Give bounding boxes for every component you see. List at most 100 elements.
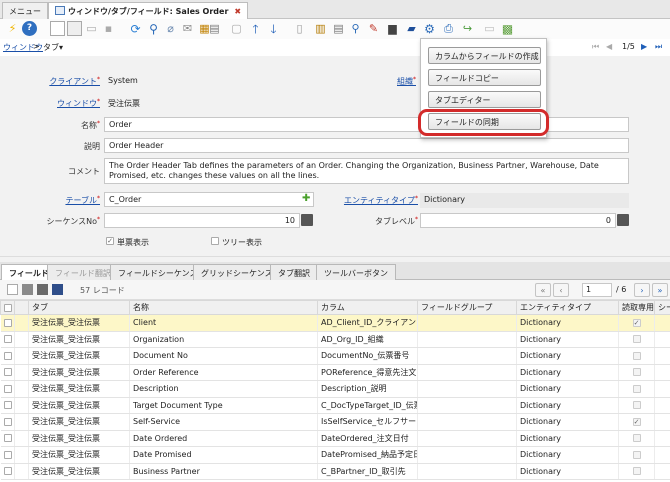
table-lookup-icon[interactable]: ✚ [302, 193, 310, 204]
checkbox[interactable] [3, 384, 12, 393]
history-icon[interactable]: ▤ [207, 21, 222, 36]
cell-sequence[interactable] [654, 347, 670, 365]
cell-sequence[interactable] [654, 430, 670, 447]
cell-tab[interactable]: 受注伝票_受注伝票 [28, 430, 130, 447]
table-row[interactable]: 受注伝票_受注伝票 Organization AD_Org_ID_組織 Diction… [0, 331, 670, 348]
prev-record-icon[interactable]: ◀ [606, 42, 612, 51]
cell-entity-type[interactable]: Dictionary [516, 413, 619, 431]
row-select-checkbox[interactable] [0, 380, 15, 398]
checkbox[interactable] [3, 335, 12, 344]
window-tab-menu[interactable]: メニュー [2, 2, 48, 19]
column-header-entity-type[interactable]: エンティティタイプ [516, 300, 619, 315]
delete-icon[interactable] [37, 284, 48, 295]
cell-entity-type[interactable]: Dictionary [516, 463, 619, 480]
table-row[interactable]: 受注伝票_受注伝票 Description Description_説明 Dictio… [0, 380, 670, 398]
arrow-up-icon[interactable]: 🡑 [248, 21, 263, 36]
comment-textarea[interactable]: The Order Header Tab defines the paramet… [104, 158, 629, 184]
row-select-checkbox[interactable] [0, 397, 15, 414]
cell-column[interactable]: AD_Client_ID_クライアント [317, 314, 418, 332]
cell-tab[interactable]: 受注伝票_受注伝票 [28, 314, 130, 332]
cell-column[interactable]: POReference_得意先注文 [317, 364, 418, 381]
first-page-button[interactable]: « [535, 283, 551, 297]
zoom-across-icon[interactable]: ⚲ [348, 21, 363, 36]
cell-read-only[interactable] [618, 430, 655, 447]
copy-record-icon[interactable] [67, 21, 82, 36]
sequence-input[interactable]: 10 [104, 213, 300, 228]
row-select-checkbox[interactable] [0, 463, 15, 480]
tab-grid-sequence[interactable]: グリッドシーケンス [193, 264, 281, 280]
column-header-name[interactable]: 名称 [129, 300, 318, 315]
cell-column[interactable]: DatePromised_納品予定日 [317, 446, 418, 464]
breadcrumb-current[interactable]: タブ▾ [43, 42, 63, 53]
arrow-down-icon[interactable]: 🡓 [266, 21, 281, 36]
cell-read-only[interactable] [618, 347, 655, 365]
cell-sequence[interactable] [654, 446, 670, 464]
cell-tab[interactable]: 受注伝票_受注伝票 [28, 463, 130, 480]
tree-checkbox[interactable] [211, 237, 219, 245]
cell-read-only[interactable] [618, 397, 655, 414]
checkbox[interactable] [3, 450, 12, 459]
cell-name[interactable]: Order Reference [129, 364, 318, 381]
row-select-checkbox[interactable] [0, 364, 15, 381]
checkbox[interactable] [3, 318, 12, 327]
report-icon[interactable]: ▥ [313, 21, 328, 36]
cell-name[interactable]: Self-Service [129, 413, 318, 431]
org-label[interactable]: 組織* [397, 76, 416, 87]
cell-entity-type[interactable]: Dictionary [516, 397, 619, 414]
cell-column[interactable]: AD_Org_ID_組織 [317, 331, 418, 348]
menu-item-copy-fields[interactable]: フィールドコピー [428, 69, 541, 86]
checkbox[interactable] [3, 467, 12, 476]
save-icon[interactable]: ▪ [101, 21, 116, 36]
copy-icon[interactable] [22, 284, 33, 295]
cell-tab[interactable]: 受注伝票_受注伝票 [28, 380, 130, 398]
cell-name[interactable]: Organization [129, 331, 318, 348]
cell-field-group[interactable] [417, 463, 517, 480]
chat-icon[interactable]: ✉ [180, 21, 195, 36]
quick-form-icon[interactable]: ▭ [482, 21, 497, 36]
cell-tab[interactable]: 受注伝票_受注伝票 [28, 397, 130, 414]
checkbox[interactable] [3, 417, 12, 426]
help-icon[interactable]: ? [22, 21, 37, 36]
column-header-field-group[interactable]: フィールドグループ [417, 300, 517, 315]
cell-field-group[interactable] [417, 413, 517, 431]
cell-entity-type[interactable]: Dictionary [516, 446, 619, 464]
table-row[interactable]: 受注伝票_受注伝票 Date Ordered DateOrdered_注文日付 Dic… [0, 430, 670, 447]
cell-read-only[interactable] [618, 331, 655, 348]
cell-sequence[interactable] [654, 463, 670, 480]
lightning-icon[interactable]: ⚡ [5, 21, 20, 36]
cell-column[interactable]: C_DocTypeTarget_ID_伝票… [317, 397, 418, 414]
calculator-icon[interactable] [301, 214, 313, 226]
cell-read-only[interactable] [618, 463, 655, 480]
name-input[interactable]: Order [104, 117, 629, 132]
cell-field-group[interactable] [417, 331, 517, 348]
table-row[interactable]: 受注伝票_受注伝票 Document No DocumentNo_伝票番号 Dicti… [0, 347, 670, 365]
table-row[interactable]: 受注伝票_受注伝票 Target Document Type C_DocTypeTa… [0, 397, 670, 414]
parent-record-icon[interactable]: ▯ [292, 21, 307, 36]
cell-entity-type[interactable]: Dictionary [516, 347, 619, 365]
column-header-tab[interactable]: タブ [28, 300, 130, 315]
cell-column[interactable]: DateOrdered_注文日付 [317, 430, 418, 447]
single-row-checkbox[interactable]: ✓ [106, 237, 114, 245]
process-gear-icon[interactable]: ⚙ [422, 21, 437, 36]
cell-name[interactable]: Document No [129, 347, 318, 365]
cell-read-only[interactable]: ✓ [618, 413, 655, 431]
table-row[interactable]: 受注伝票_受注伝票 Order Reference POReference_得意先注… [0, 364, 670, 381]
cell-field-group[interactable] [417, 364, 517, 381]
cell-name[interactable]: Target Document Type [129, 397, 318, 414]
cell-name[interactable]: Date Ordered [129, 430, 318, 447]
row-select-checkbox[interactable] [0, 413, 15, 431]
cell-entity-type[interactable]: Dictionary [516, 430, 619, 447]
tab-level-input[interactable]: 0 [420, 213, 616, 228]
table-row[interactable]: 受注伝票_受注伝票 Client AD_Client_ID_クライアント Dictio… [0, 314, 670, 332]
cell-sequence[interactable] [654, 364, 670, 381]
row-select-checkbox[interactable] [0, 430, 15, 447]
cell-read-only[interactable] [618, 364, 655, 381]
save-icon[interactable] [52, 284, 63, 295]
customize-icon[interactable]: ▩ [500, 21, 515, 36]
cell-field-group[interactable] [417, 397, 517, 414]
cell-tab[interactable]: 受注伝票_受注伝票 [28, 364, 130, 381]
window-tab-sales-order[interactable]: ウィンドウ/タブ/フィールド: Sales Order ✖ [48, 2, 249, 19]
cell-sequence[interactable] [654, 397, 670, 414]
menu-item-tab-editor[interactable]: タブエディター [428, 91, 541, 108]
cell-tab[interactable]: 受注伝票_受注伝票 [28, 413, 130, 431]
